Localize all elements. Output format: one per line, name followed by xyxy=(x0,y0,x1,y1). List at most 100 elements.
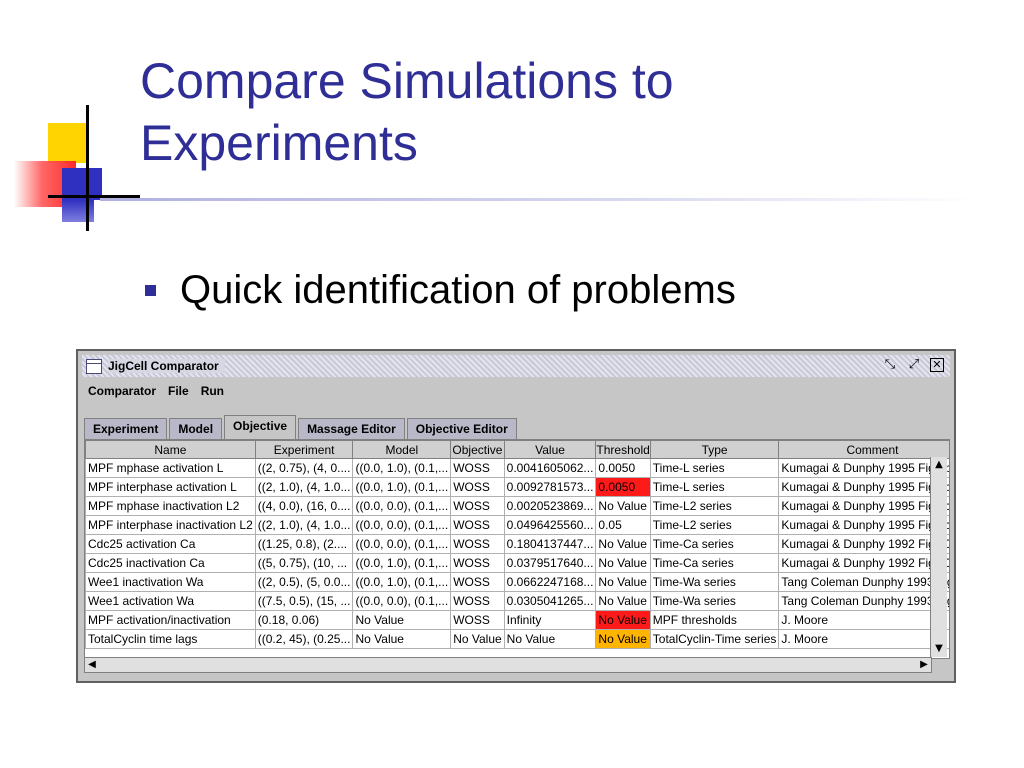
column-header[interactable]: Threshold xyxy=(595,440,651,459)
column-header[interactable]: Comment xyxy=(778,440,949,459)
table-cell[interactable]: Time-L series xyxy=(649,477,780,497)
table-cell[interactable]: Kumagai & Dunphy 1992 Fig 10 xyxy=(778,534,949,554)
table-cell[interactable]: MPF interphase inactivation L2 xyxy=(85,515,256,535)
table-cell[interactable]: Time-Wa series xyxy=(649,591,780,611)
window-titlebar[interactable]: JigCell Comparator ⤡ ⤢ ✕ xyxy=(82,355,950,377)
menu-comparator[interactable]: Comparator xyxy=(88,384,156,398)
table-cell[interactable]: 0.0050 xyxy=(595,458,651,478)
table-cell[interactable]: ((0.0, 0.0), (0.1,... xyxy=(352,591,452,611)
table-cell[interactable]: MPF activation/inactivation xyxy=(85,610,256,630)
table-row[interactable]: Wee1 activation Wa ((7.5, 0.5), (15, ...(… xyxy=(85,591,949,611)
scroll-down-icon[interactable]: ▼ xyxy=(931,641,947,657)
table-cell[interactable]: J. Moore xyxy=(778,629,949,649)
column-header[interactable]: Type xyxy=(649,440,780,459)
table-cell[interactable]: 0.0092781573... xyxy=(503,477,597,497)
table-cell[interactable]: Kumagai & Dunphy 1995 Fig 4b xyxy=(778,477,949,497)
table-cell[interactable]: ((0.2, 45), (0.25... xyxy=(254,629,354,649)
table-cell[interactable]: No Value xyxy=(352,629,452,649)
table-cell[interactable]: TotalCyclin time lags xyxy=(85,629,256,649)
table-cell[interactable]: Wee1 inactivation Wa xyxy=(85,572,256,592)
table-cell[interactable]: ((2, 1.0), (4, 1.0... xyxy=(254,477,354,497)
table-cell[interactable]: No Value xyxy=(595,629,651,649)
table-cell[interactable]: Infinity xyxy=(503,610,597,630)
minimize-icon[interactable]: ⤡ xyxy=(882,358,898,374)
table-cell[interactable]: ((2, 0.5), (5, 0.0... xyxy=(254,572,354,592)
table-cell[interactable]: ((0.0, 0.0), (0.1,... xyxy=(352,534,452,554)
table-cell[interactable]: 0.1804137447... xyxy=(503,534,597,554)
table-cell[interactable]: Time-L series xyxy=(649,458,780,478)
table-cell[interactable]: ((5, 0.75), (10, ... xyxy=(254,553,354,573)
table-row[interactable]: MPF interphase inactivation L2 ((2, 1.0),… xyxy=(85,515,949,535)
scroll-up-icon[interactable]: ▲ xyxy=(931,457,947,473)
table-cell[interactable]: Time-Ca series xyxy=(649,534,780,554)
table-cell[interactable]: ((4, 0.0), (16, 0.... xyxy=(254,496,354,516)
table-row[interactable]: Wee1 inactivation Wa ((2, 0.5), (5, 0.0..… xyxy=(85,572,949,592)
table-cell[interactable]: ((0.0, 1.0), (0.1,... xyxy=(352,553,452,573)
table-row[interactable]: MPF activation/inactivation (0.18, 0.06) N… xyxy=(85,610,949,630)
table-cell[interactable]: WOSS xyxy=(450,610,505,630)
table-cell[interactable]: Tang Coleman Dunphy 1993 Fig 2 xyxy=(778,572,949,592)
table-cell[interactable]: MPF mphase inactivation L2 xyxy=(85,496,256,516)
table-cell[interactable]: No Value xyxy=(595,572,651,592)
scroll-left-icon[interactable]: ◀ xyxy=(85,658,99,672)
table-cell[interactable]: ((1.25, 0.8), (2.... xyxy=(254,534,354,554)
table-cell[interactable]: ((0.0, 1.0), (0.1,... xyxy=(352,458,452,478)
table-cell[interactable]: 0.0305041265... xyxy=(503,591,597,611)
table-cell[interactable]: Cdc25 inactivation Ca xyxy=(85,553,256,573)
table-cell[interactable]: ((2, 0.75), (4, 0.... xyxy=(254,458,354,478)
table-cell[interactable]: Time-Wa series xyxy=(649,572,780,592)
column-header[interactable]: Value xyxy=(503,440,597,459)
table-cell[interactable]: MPF thresholds xyxy=(649,610,780,630)
table-cell[interactable]: Tang Coleman Dunphy 1993 Fig 2 xyxy=(778,591,949,611)
column-header[interactable]: Experiment xyxy=(254,440,354,459)
table-cell[interactable]: Kumagai & Dunphy 1995 Fig 3c xyxy=(778,496,949,516)
column-header[interactable]: Model xyxy=(352,440,452,459)
table-cell[interactable]: ((0.0, 0.0), (0.1,... xyxy=(352,515,452,535)
table-cell[interactable]: Wee1 activation Wa xyxy=(85,591,256,611)
table-cell[interactable]: 0.0050 xyxy=(595,477,651,497)
table-row[interactable]: TotalCyclin time lags ((0.2, 45), (0.25..… xyxy=(85,629,949,649)
close-icon[interactable]: ✕ xyxy=(930,358,944,372)
menu-run[interactable]: Run xyxy=(201,384,224,398)
table-cell[interactable]: Kumagai & Dunphy 1995 Fig 3c xyxy=(778,515,949,535)
table-cell[interactable]: WOSS xyxy=(450,458,505,478)
table-cell[interactable]: No Value xyxy=(595,534,651,554)
table-cell[interactable]: No Value xyxy=(450,629,505,649)
table-cell[interactable]: 0.0020523869... xyxy=(503,496,597,516)
table-cell[interactable]: 0.05 xyxy=(595,515,651,535)
tab-objective[interactable]: Objective xyxy=(224,415,297,439)
table-cell[interactable]: WOSS xyxy=(450,572,505,592)
tab-model[interactable]: Model xyxy=(169,418,223,439)
table-cell[interactable]: Time-Ca series xyxy=(649,553,780,573)
table-cell[interactable]: (0.18, 0.06) xyxy=(254,610,354,630)
table-cell[interactable]: 0.0662247168... xyxy=(503,572,597,592)
horizontal-scrollbar[interactable]: ◀ ▶ xyxy=(84,657,932,673)
table-cell[interactable]: 0.0041605062... xyxy=(503,458,597,478)
column-header[interactable]: Objective xyxy=(450,440,505,459)
table-cell[interactable]: ((0.0, 1.0), (0.1,... xyxy=(352,572,452,592)
tab-experiment[interactable]: Experiment xyxy=(84,418,168,439)
maximize-icon[interactable]: ⤢ xyxy=(906,358,922,374)
column-header[interactable]: Name xyxy=(85,440,256,459)
table-cell[interactable]: TotalCyclin-Time series xyxy=(649,629,780,649)
table-cell[interactable]: WOSS xyxy=(450,496,505,516)
table-row[interactable]: Cdc25 activation Ca ((1.25, 0.8), (2....(… xyxy=(85,534,949,554)
table-cell[interactable]: No Value xyxy=(595,591,651,611)
table-cell[interactable]: 0.0496425560... xyxy=(503,515,597,535)
tab-massage-editor[interactable]: Massage Editor xyxy=(298,418,405,439)
table-cell[interactable]: Time-L2 series xyxy=(649,515,780,535)
table-cell[interactable]: ((2, 1.0), (4, 1.0... xyxy=(254,515,354,535)
table-cell[interactable]: ((0.0, 1.0), (0.1,... xyxy=(352,477,452,497)
table-row[interactable]: MPF mphase activation L ((2, 0.75), (4, 0… xyxy=(85,458,949,478)
table-cell[interactable]: Kumagai & Dunphy 1995 Fig 4b xyxy=(778,458,949,478)
table-cell[interactable]: 0.0379517640... xyxy=(503,553,597,573)
table-cell[interactable]: WOSS xyxy=(450,553,505,573)
table-cell[interactable]: WOSS xyxy=(450,591,505,611)
table-cell[interactable]: J. Moore xyxy=(778,610,949,630)
table-row[interactable]: Cdc25 inactivation Ca ((5, 0.75), (10, ..… xyxy=(85,553,949,573)
table-cell[interactable]: WOSS xyxy=(450,477,505,497)
vertical-scrollbar[interactable]: ▲ ▼ xyxy=(930,457,947,657)
table-cell[interactable]: Time-L2 series xyxy=(649,496,780,516)
table-cell[interactable]: ((0.0, 0.0), (0.1,... xyxy=(352,496,452,516)
table-cell[interactable]: MPF interphase activation L xyxy=(85,477,256,497)
